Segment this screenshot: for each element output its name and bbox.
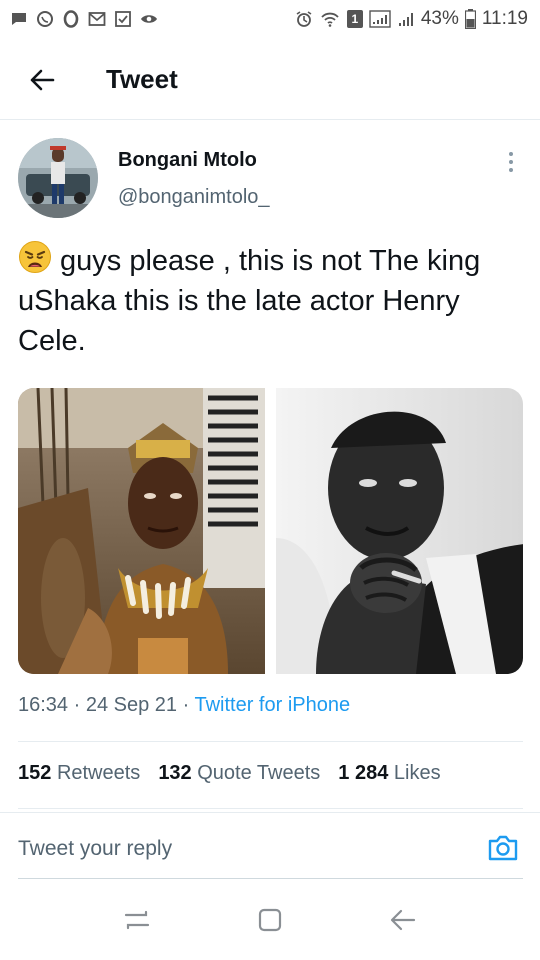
meta-separator: · [73,694,86,716]
status-bar: 1 43% 11:19 [0,0,540,38]
tweet-media [18,388,523,674]
media-image-henry-cele-portrait[interactable] [275,388,523,674]
more-dot-icon [509,160,513,164]
quote-tweets-label: Quote Tweets [197,762,321,784]
tweet-text: guys please , this is not The king uShak… [18,240,523,361]
app-header: Tweet [0,40,540,120]
author-handle[interactable]: @bonganimtolo_ [118,186,270,209]
divider [18,741,523,742]
likes-label: Likes [393,762,441,784]
system-indicators: 1 43% 11:19 [295,8,528,30]
alarm-icon [296,11,312,27]
recent-apps-icon [124,910,149,930]
camera-button[interactable] [486,831,520,865]
sim-badge: 1 [346,10,363,28]
home-square-icon [258,908,282,932]
meta-separator: · [182,694,195,716]
tweet-stats: 152 Retweets 132 Quote Tweets 1 284 Like… [18,762,441,785]
photo-left [18,388,265,674]
tweet-time: 16:34 [18,694,69,716]
gmail-icon [88,12,106,26]
battery-percent: 43% [420,8,459,29]
media-image-ushaka-portrait[interactable] [18,388,266,674]
reply-input[interactable]: Tweet your reply [18,837,172,861]
divider [18,808,523,809]
retweets-count: 152 [18,762,52,784]
checkbox-icon [115,11,131,27]
more-dot-icon [509,168,513,172]
wifi-icon [321,12,339,27]
message-icon [12,13,26,25]
back-button[interactable] [20,58,64,102]
home-button[interactable] [250,900,290,940]
clock: 11:19 [481,8,528,29]
photo-right [275,388,523,674]
likes-stat[interactable]: 1 284 Likes [338,762,440,785]
tweet-body: guys please , this is not The king uShak… [18,245,481,357]
page-title: Tweet [106,64,178,94]
avatar[interactable] [18,138,98,218]
signal-icon [369,10,391,28]
signal-bars-icon [398,13,413,26]
battery-icon [464,9,476,29]
likes-count: 1 284 [338,762,389,784]
tweet-meta: 16:34 · 24 Sep 21 · Twitter for iPhone [18,694,350,717]
avatar-image [18,138,98,218]
whatsapp-icon [37,11,53,27]
notification-icons [10,10,158,28]
retweets-stat[interactable]: 152 Retweets [18,762,140,785]
back-chevron-icon [391,909,416,931]
system-nav-bar [0,880,540,960]
recent-apps-button[interactable] [117,900,157,940]
tweet-source-link[interactable]: Twitter for iPhone [194,694,350,716]
camera-icon [488,835,518,861]
author-name[interactable]: Bongani Mtolo [118,149,257,172]
arrow-left-icon [30,69,55,90]
quote-tweets-count: 132 [158,762,192,784]
reply-bar: Tweet your reply [0,812,540,880]
tweet-author: Bongani Mtolo @bonganimtolo_ [18,138,523,220]
retweets-label: Retweets [56,762,141,784]
eye-icon [141,15,157,23]
quote-tweets-stat[interactable]: 132 Quote Tweets [158,762,320,785]
reply-underline [18,878,523,879]
back-nav-button[interactable] [383,900,423,940]
more-options-button[interactable] [499,150,523,174]
opera-icon [63,10,79,28]
more-dot-icon [509,152,513,156]
weary-face-emoji-icon [19,241,51,273]
tweet-date: 24 Sep 21 [85,694,178,716]
